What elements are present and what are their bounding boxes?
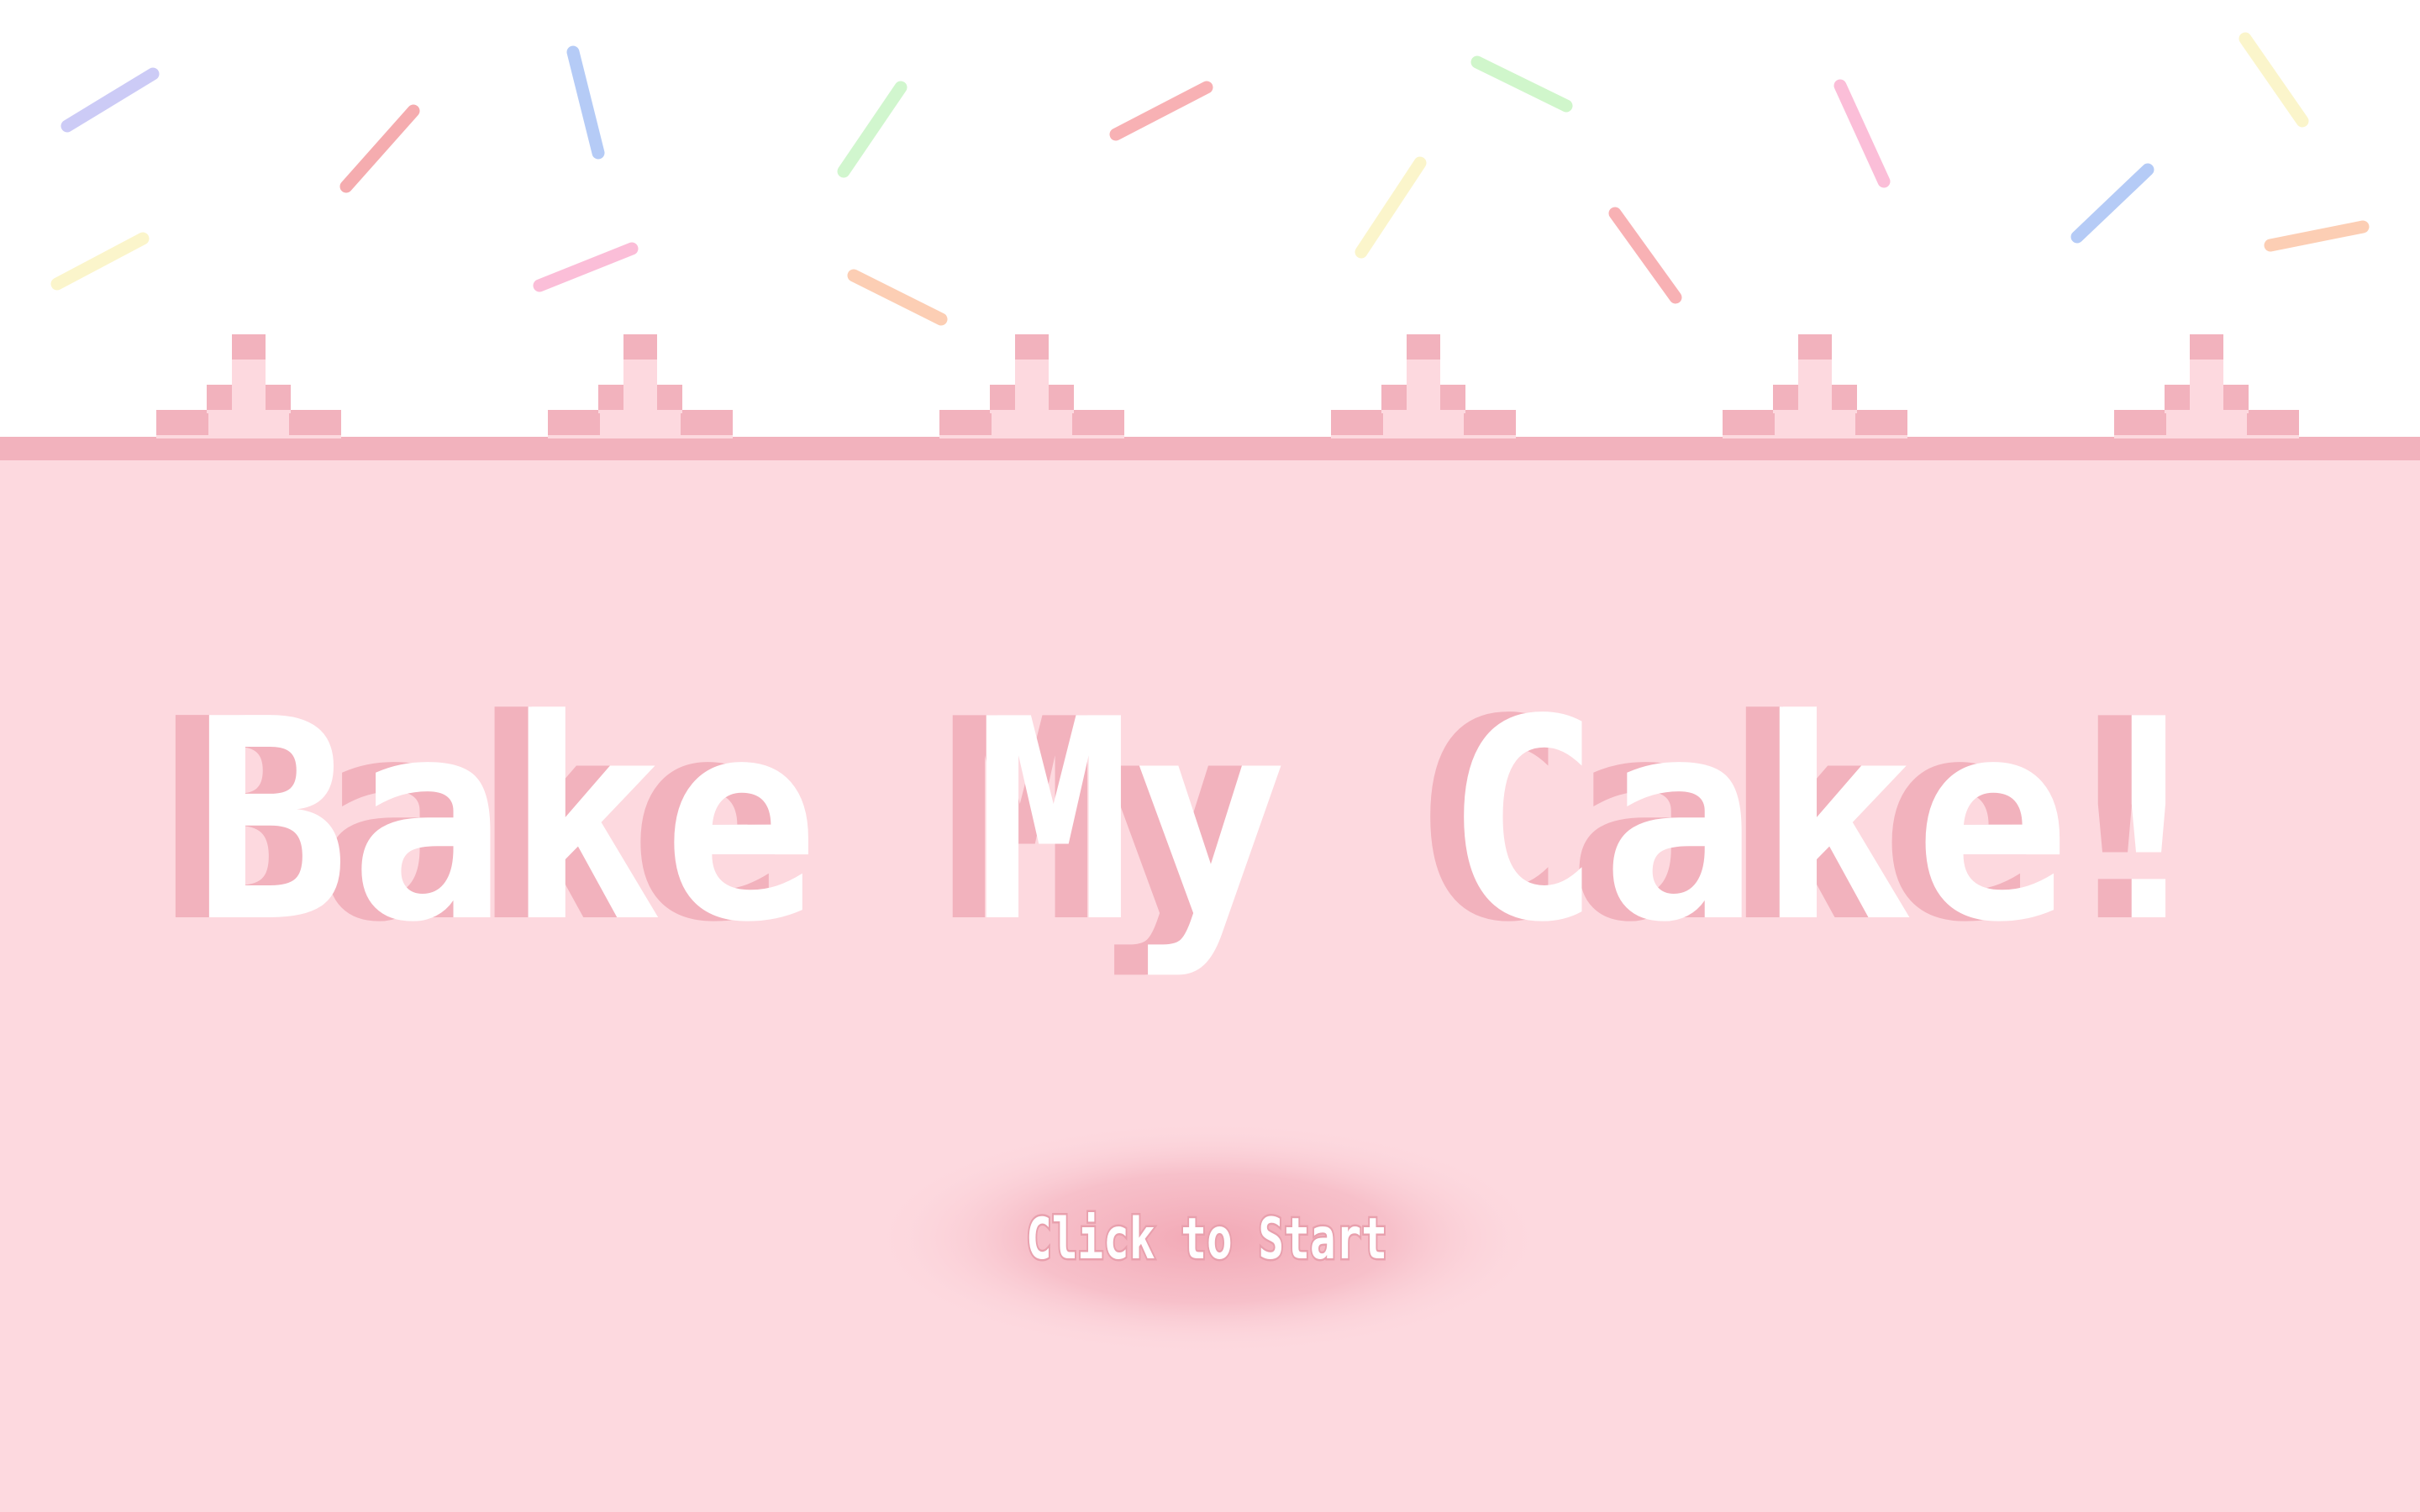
frosting-peak-pixel [1855, 410, 1907, 435]
sprinkle [847, 269, 948, 326]
title-text: Bake My Cake! [193, 660, 2227, 983]
frosting-peak-pixel [1407, 358, 1440, 388]
frosting-peak-pixel [681, 410, 733, 435]
sprinkle [1470, 55, 1573, 113]
frosting-peak-pixel [548, 410, 600, 435]
frosting-peak-pixel [232, 334, 266, 360]
frosting-peak-pixel [1381, 385, 1407, 410]
frosting-peak-pixel [1832, 385, 1857, 410]
sprinkle [1109, 81, 1213, 141]
sprinkle [1833, 79, 1891, 188]
frosting-peak-pixel [289, 410, 341, 435]
sprinkle [60, 67, 160, 133]
frosting-peak-pixel [2247, 410, 2299, 435]
sprinkle [566, 45, 605, 160]
sprinkle [339, 104, 420, 193]
frosting-peak-pixel [1464, 410, 1516, 435]
start-label: Click to Start [1026, 1206, 1387, 1273]
frosting-peak-pixel [1723, 410, 1775, 435]
frosting-peak-pixel [657, 385, 682, 410]
frosting-peak-pixel [232, 358, 266, 388]
frosting-peak-pixel [2165, 385, 2190, 410]
frosting-peak-pixel [623, 358, 657, 388]
frosting-peak-pixel [1015, 334, 1049, 360]
frosting-peak-pixel [598, 385, 623, 410]
game-title: Bake My Cake! Bake My Cake! [160, 660, 2227, 983]
sprinkle [1608, 207, 1682, 304]
frosting-peak-pixel [939, 410, 992, 435]
frosting-peak-pixel [1773, 385, 1798, 410]
sprinkle [1355, 156, 1427, 259]
frosting-peak-pixel [2114, 410, 2166, 435]
frosting-peak-pixel [266, 385, 291, 410]
frosting-peak-pixel [207, 385, 232, 410]
start-button[interactable]: Click to Start Click to Start [872, 1121, 1544, 1356]
frosting-peak-pixel [990, 385, 1015, 410]
frosting-peak-pixel [1440, 385, 1465, 410]
frosting-peak-pixel [1049, 385, 1074, 410]
frosting-edge [0, 437, 2420, 460]
frosting-peak-pixel [1331, 410, 1383, 435]
frosting-peak-pixel [1798, 358, 1832, 388]
sprinkles-decoration [50, 32, 2370, 326]
sprinkle [2264, 220, 2370, 252]
frosting-peak-pixel [1407, 334, 1440, 360]
frosting-peaks [156, 334, 2299, 438]
frosting-peak-pixel [2190, 334, 2223, 360]
frosting-peak-pixel [1072, 410, 1124, 435]
sprinkle [837, 81, 908, 178]
frosting-peak-pixel [2190, 358, 2223, 388]
sprinkle [2238, 32, 2309, 128]
title-screen: Bake My Cake! Bake My Cake! Click to Sta… [0, 32, 2420, 1512]
frosting-peak-pixel [1015, 358, 1049, 388]
sprinkle [2070, 163, 2154, 244]
frosting-peak-pixel [2223, 385, 2249, 410]
frosting-peak-pixel [156, 410, 208, 435]
frosting-peak-pixel [623, 334, 657, 360]
sprinkle [50, 232, 150, 291]
frosting-peak-pixel [1798, 334, 1832, 360]
sprinkle [533, 242, 639, 292]
